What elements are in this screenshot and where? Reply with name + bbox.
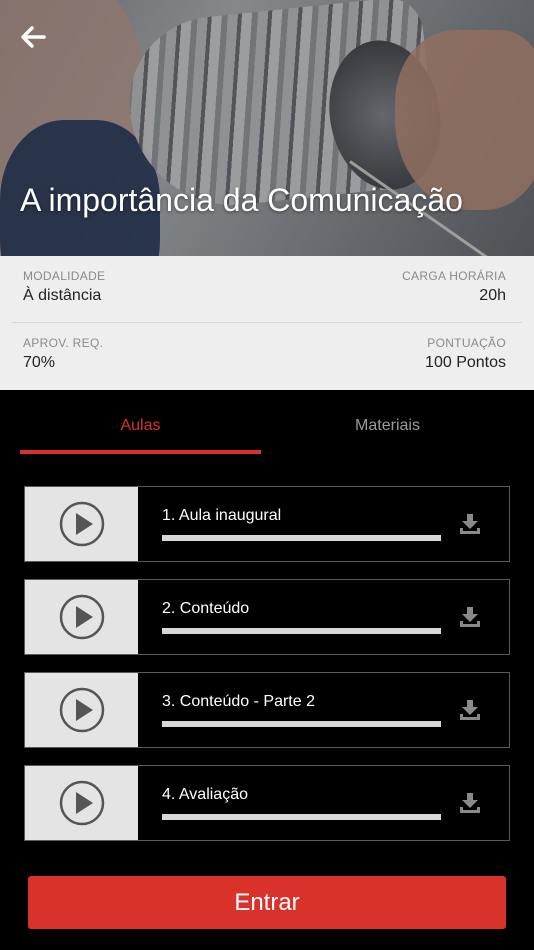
course-title: A importância da Comunicação — [20, 182, 463, 218]
back-button[interactable] — [16, 20, 50, 54]
info-value: 100 Pontos — [425, 354, 506, 371]
course-hero-image: A importância da Comunicação — [0, 0, 534, 256]
lesson-item[interactable]: 1. Aula inaugural — [24, 486, 510, 562]
tab-aulas[interactable]: Aulas — [20, 398, 261, 454]
info-label: APROV. REQ. — [23, 336, 104, 350]
lesson-progress-bar — [162, 628, 441, 634]
download-icon — [460, 514, 480, 534]
play-circle-icon — [59, 687, 104, 733]
download-button[interactable] — [457, 697, 483, 723]
info-aprov-req: APROV. REQ. 70% — [23, 336, 103, 372]
lesson-title: 1. Aula inaugural — [162, 507, 282, 524]
lesson-thumbnail[interactable] — [25, 766, 138, 840]
info-carga-horaria: CARGA HORÁRIA 20h — [402, 269, 506, 305]
lesson-item[interactable]: 3. Conteúdo - Parte 2 — [24, 672, 510, 748]
info-label: CARGA HORÁRIA — [402, 269, 506, 283]
content-tabs: Aulas Materiais — [20, 398, 514, 454]
enter-button[interactable]: Entrar — [28, 876, 506, 929]
lesson-thumbnail[interactable] — [25, 673, 138, 747]
play-circle-icon — [59, 501, 104, 547]
info-value: 70% — [23, 354, 56, 371]
arrow-left-icon — [21, 26, 46, 48]
download-icon — [460, 607, 480, 627]
info-label: PONTUAÇÃO — [427, 336, 506, 350]
lesson-progress-bar — [162, 721, 441, 727]
lesson-title: 3. Conteúdo - Parte 2 — [162, 693, 315, 710]
lesson-title: 4. Avaliação — [162, 786, 248, 803]
tab-materiais[interactable]: Materiais — [261, 398, 514, 454]
lesson-thumbnail[interactable] — [25, 580, 138, 654]
download-button[interactable] — [457, 604, 483, 630]
lesson-item[interactable]: 2. Conteúdo — [24, 579, 510, 655]
course-info-panel: MODALIDADE À distância CARGA HORÁRIA 20h… — [0, 256, 534, 390]
play-circle-icon — [59, 594, 104, 640]
lesson-thumbnail[interactable] — [25, 487, 138, 561]
info-label: MODALIDADE — [23, 269, 106, 283]
download-icon — [460, 700, 480, 720]
download-button[interactable] — [457, 511, 483, 537]
lesson-item[interactable]: 4. Avaliação — [24, 765, 510, 841]
info-row-1: MODALIDADE À distância CARGA HORÁRIA 20h — [0, 256, 534, 322]
info-pontuacao: PONTUAÇÃO 100 Pontos — [425, 336, 506, 372]
download-button[interactable] — [457, 790, 483, 816]
info-modalidade: MODALIDADE À distância — [23, 269, 105, 305]
active-tab-indicator — [20, 450, 261, 454]
info-row-2: APROV. REQ. 70% PONTUAÇÃO 100 Pontos — [0, 323, 534, 389]
lesson-progress-bar — [162, 814, 441, 820]
lesson-progress-bar — [162, 535, 441, 541]
download-icon — [460, 793, 480, 813]
info-value: 20h — [479, 287, 506, 304]
play-circle-icon — [59, 780, 104, 826]
lesson-title: 2. Conteúdo — [162, 600, 250, 617]
info-value: À distância — [23, 287, 102, 304]
